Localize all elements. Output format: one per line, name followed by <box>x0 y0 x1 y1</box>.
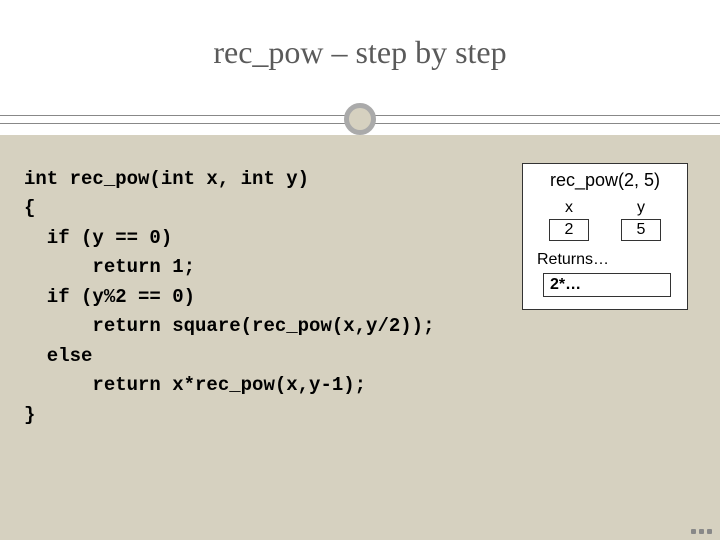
divider-circle-icon <box>344 103 376 135</box>
title-area: rec_pow – step by step <box>0 0 720 105</box>
var-col-y: y 5 <box>621 199 661 241</box>
resize-grip-icon <box>691 529 712 534</box>
var-label: y <box>637 199 645 217</box>
slide-title: rec_pow – step by step <box>213 34 506 71</box>
content-area: int rec_pow(int x, int y) { if (y == 0) … <box>0 135 720 540</box>
slide: rec_pow – step by step int rec_pow(int x… <box>0 0 720 540</box>
trace-call: rec_pow(2, 5) <box>533 170 677 191</box>
returns-value: 2*… <box>543 273 671 297</box>
var-label: x <box>565 199 573 217</box>
var-value: 5 <box>621 219 661 241</box>
var-col-x: x 2 <box>549 199 589 241</box>
var-value: 2 <box>549 219 589 241</box>
trace-vars: x 2 y 5 <box>533 199 677 241</box>
trace-box: rec_pow(2, 5) x 2 y 5 Returns… 2*… <box>522 163 688 310</box>
divider <box>0 105 720 135</box>
returns-label: Returns… <box>533 251 677 269</box>
